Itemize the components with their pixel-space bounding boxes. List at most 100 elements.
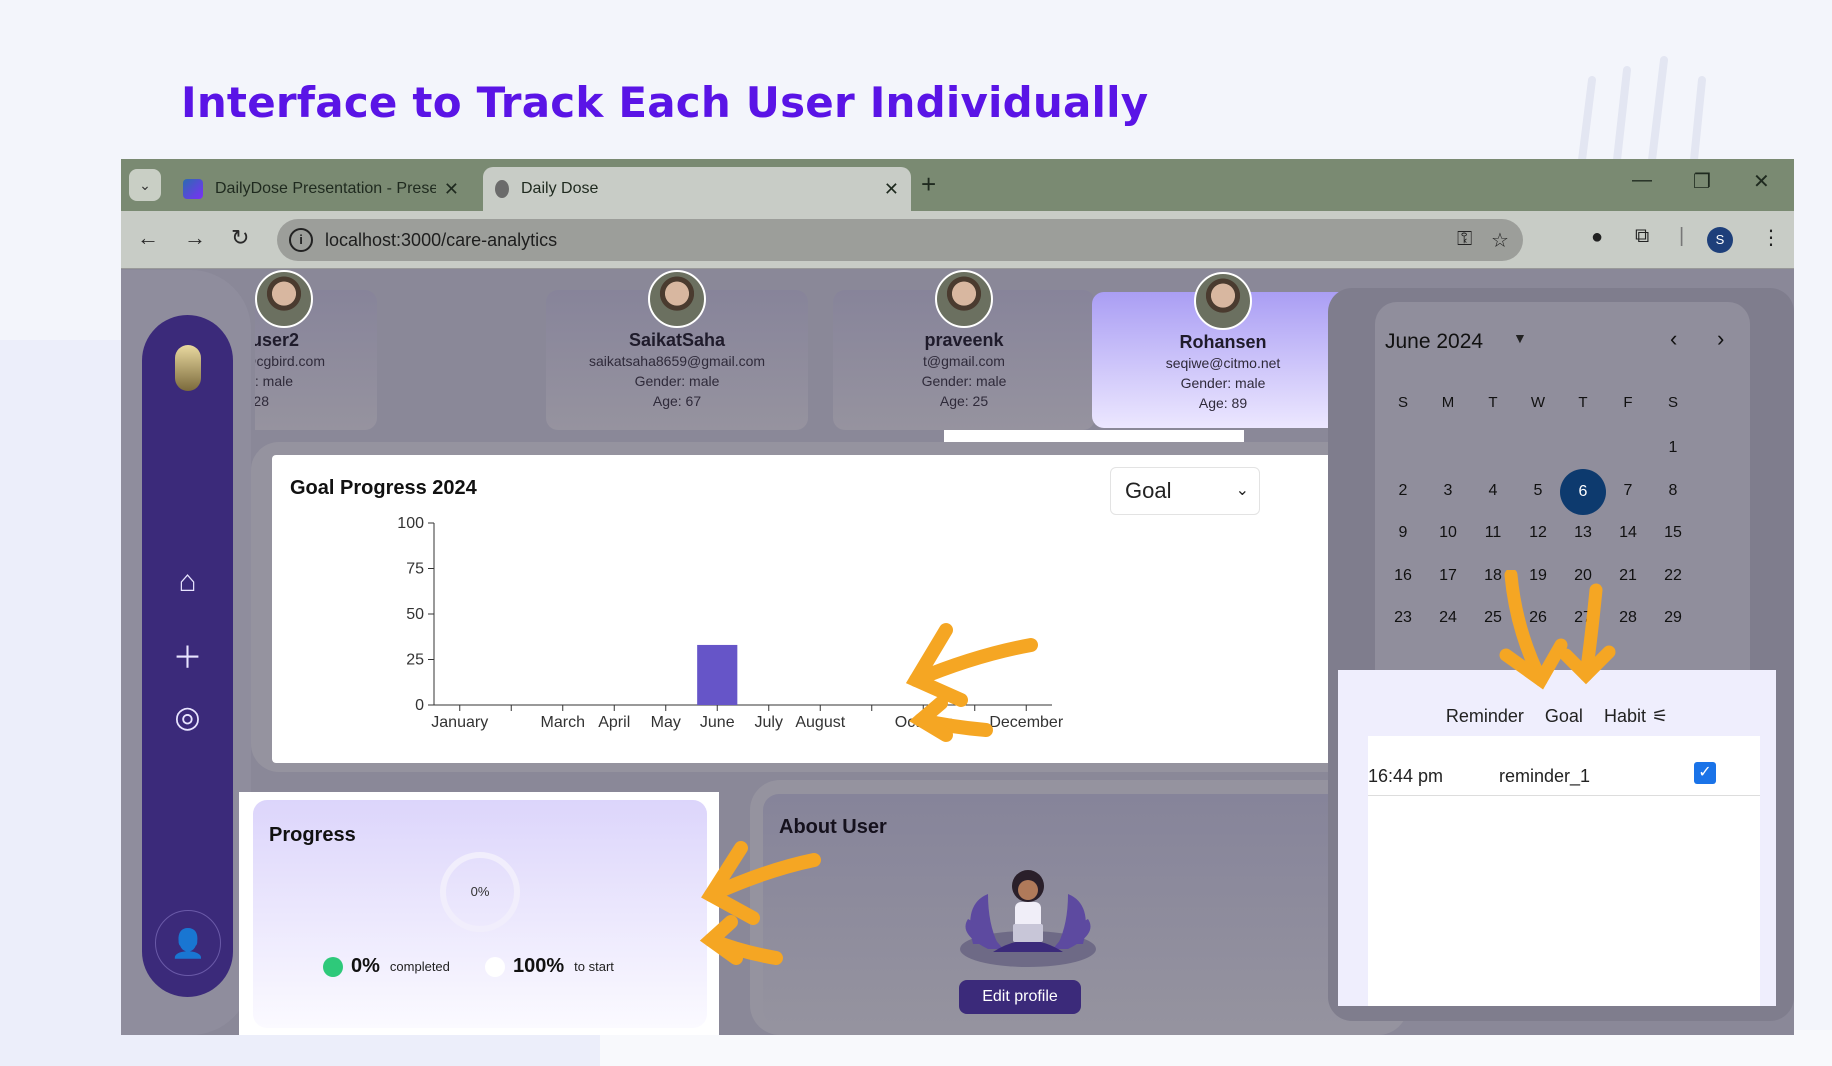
reload-icon[interactable]: ↻ bbox=[231, 225, 249, 251]
profile-avatar[interactable]: S bbox=[1707, 227, 1733, 253]
user-email: t@gmail.com bbox=[923, 353, 1005, 369]
color-extension-icon[interactable]: ● bbox=[1591, 226, 1603, 249]
calendar-day[interactable]: 21 bbox=[1608, 567, 1648, 585]
start-dot bbox=[485, 956, 505, 977]
user-card-selected[interactable]: Rohansen seqiwe@citmo.net Gender: male A… bbox=[1092, 272, 1354, 428]
chevron-right-icon[interactable]: › bbox=[1717, 326, 1724, 352]
completed-dot bbox=[323, 956, 343, 977]
y-tick-label: 0 bbox=[415, 697, 424, 714]
calendar-day[interactable]: 29 bbox=[1653, 609, 1693, 627]
tab-habit[interactable]: Habit bbox=[1604, 706, 1646, 726]
close-icon[interactable]: ✕ bbox=[884, 179, 899, 200]
add-icon[interactable]: ＋ bbox=[142, 633, 233, 677]
restore-button[interactable]: ❐ bbox=[1693, 169, 1711, 194]
tab-daily-dose[interactable]: Daily Dose ✕ bbox=[483, 167, 911, 211]
bar-june bbox=[697, 644, 738, 705]
about-title: About User bbox=[779, 816, 887, 838]
user-card[interactable]: tuser2 @cgbird.com der: male ge: 28 bbox=[255, 270, 377, 430]
star-icon[interactable]: ☆ bbox=[1491, 228, 1509, 253]
reminder-checkbox[interactable]: ✓ bbox=[1694, 762, 1716, 784]
reminder-name: reminder_1 bbox=[1499, 766, 1591, 786]
edit-profile-button[interactable]: Edit profile bbox=[959, 980, 1081, 1014]
list-item[interactable]: 16:44 pm reminder_1 ✓ bbox=[1368, 762, 1760, 796]
calendar-day[interactable]: 6 bbox=[1560, 468, 1606, 515]
user-name: SaikatSaha bbox=[628, 330, 726, 350]
calendar-day[interactable]: 19 bbox=[1518, 567, 1558, 585]
chevron-left-icon[interactable]: ‹ bbox=[1670, 326, 1677, 352]
calendar-day[interactable]: 3 bbox=[1428, 482, 1468, 500]
sidebar: ⌂ ＋ ◎ 👤 bbox=[142, 315, 233, 997]
calendar-day[interactable]: 12 bbox=[1518, 524, 1558, 542]
caret-down-icon[interactable]: ▼ bbox=[1513, 330, 1527, 346]
calendar-day[interactable]: 9 bbox=[1383, 524, 1423, 542]
calendar-day[interactable]: 15 bbox=[1653, 524, 1693, 542]
calendar-day[interactable]: 7 bbox=[1608, 482, 1648, 500]
y-tick-label: 75 bbox=[406, 561, 424, 578]
filter-sliders-icon[interactable]: ⚟ bbox=[1652, 706, 1668, 726]
calendar-day[interactable]: 8 bbox=[1653, 482, 1693, 500]
calendar-month-label[interactable]: June 2024 bbox=[1385, 330, 1483, 354]
calendar-day[interactable]: 22 bbox=[1653, 567, 1693, 585]
user-name: praveenk bbox=[924, 330, 1004, 350]
user-age: Age: 89 bbox=[1198, 395, 1248, 411]
goal-progress-panel: Goal Progress 2024 Goal ⌄ 0 25 50 75 100 Janu… bbox=[272, 455, 1377, 763]
user-card[interactable]: SaikatSaha saikatsaha8659@gmail.com Gend… bbox=[546, 270, 808, 430]
x-tick-label: August bbox=[795, 714, 845, 731]
target-icon[interactable]: ◎ bbox=[142, 700, 233, 735]
calendar-day[interactable]: 18 bbox=[1473, 567, 1513, 585]
calendar-day[interactable]: 23 bbox=[1383, 609, 1423, 627]
avatar bbox=[935, 270, 993, 328]
x-tick-label: June bbox=[700, 714, 735, 731]
user-email: saikatsaha8659@gmail.com bbox=[588, 353, 766, 369]
calendar-day[interactable]: 28 bbox=[1608, 609, 1648, 627]
calendar: June 2024 ▼ ‹ › S M T W T F S 1 2 3 4 5 6 7 8 9 10 11 12 13… bbox=[1375, 302, 1750, 692]
calendar-weekday: M bbox=[1441, 394, 1455, 411]
forward-arrow-icon[interactable]: → bbox=[184, 225, 206, 251]
user-card-strip: tuser2 @cgbird.com der: male ge: 28 Saik… bbox=[255, 270, 1395, 435]
calendar-day[interactable]: 10 bbox=[1428, 524, 1468, 542]
calendar-day[interactable]: 13 bbox=[1563, 524, 1603, 542]
home-icon[interactable]: ⌂ bbox=[142, 565, 233, 599]
reminder-tabs: Reminder Goal Habit ⚟ bbox=[1338, 706, 1776, 727]
slides-favicon-icon bbox=[183, 179, 203, 199]
window-close-button[interactable]: ✕ bbox=[1753, 169, 1770, 194]
calendar-day[interactable]: 26 bbox=[1518, 609, 1558, 627]
daily-dose-favicon-icon bbox=[495, 180, 509, 198]
calendar-day[interactable]: 24 bbox=[1428, 609, 1468, 627]
calendar-day[interactable]: 16 bbox=[1383, 567, 1423, 585]
chevron-down-icon[interactable]: ⌄ bbox=[129, 169, 161, 201]
user-profile-icon[interactable]: 👤 bbox=[155, 910, 221, 976]
x-tick-label: April bbox=[598, 714, 630, 731]
calendar-day[interactable]: 25 bbox=[1473, 609, 1513, 627]
calendar-day[interactable]: 1 bbox=[1653, 439, 1693, 457]
key-icon[interactable]: ⚿ bbox=[1457, 228, 1472, 251]
calendar-day[interactable]: 5 bbox=[1518, 482, 1558, 500]
x-tick-label: May bbox=[651, 714, 681, 731]
calendar-day[interactable]: 4 bbox=[1473, 482, 1513, 500]
user-card[interactable]: praveenk t@gmail.com Gender: male Age: 2… bbox=[833, 270, 1095, 430]
x-tick-label: March bbox=[541, 714, 585, 731]
back-arrow-icon[interactable]: ← bbox=[137, 225, 159, 251]
calendar-day[interactable]: 20 bbox=[1563, 567, 1603, 585]
new-tab-button[interactable]: + bbox=[921, 169, 936, 200]
calendar-day[interactable]: 14 bbox=[1608, 524, 1648, 542]
calendar-weekday: T bbox=[1578, 394, 1588, 411]
close-icon[interactable]: ✕ bbox=[444, 179, 459, 200]
calendar-day[interactable]: 11 bbox=[1473, 524, 1513, 542]
reminder-panel: Reminder Goal Habit ⚟ 16:44 pm reminder_1… bbox=[1338, 670, 1776, 1006]
minimize-button[interactable]: — bbox=[1632, 169, 1652, 192]
user-gender: Gender: male bbox=[634, 373, 720, 389]
extensions-puzzle-icon[interactable]: ⧉ bbox=[1635, 225, 1649, 248]
calendar-day[interactable]: 2 bbox=[1383, 482, 1423, 500]
decorative-lines bbox=[1578, 56, 1706, 164]
calendar-weekday: S bbox=[1397, 394, 1408, 411]
calendar-day[interactable]: 17 bbox=[1428, 567, 1468, 585]
x-tick-label: December bbox=[989, 714, 1063, 731]
tab-presentation[interactable]: DailyDose Presentation - Presen ✕ bbox=[171, 167, 471, 211]
tab-goal[interactable]: Goal bbox=[1545, 706, 1583, 726]
site-info-icon[interactable]: i bbox=[289, 228, 313, 252]
calendar-day[interactable]: 27 bbox=[1563, 609, 1603, 627]
url-input[interactable]: i localhost:3000/care-analytics ⚿ ☆ bbox=[277, 219, 1523, 261]
tab-reminder[interactable]: Reminder bbox=[1446, 706, 1524, 726]
more-menu-icon[interactable]: ⋮ bbox=[1761, 225, 1781, 250]
